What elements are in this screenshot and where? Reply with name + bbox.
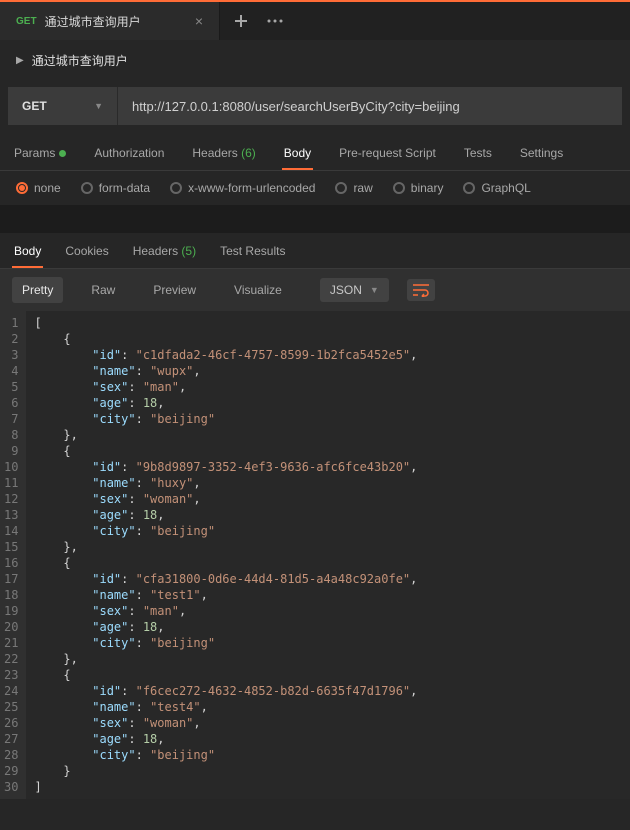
- url-input[interactable]: [118, 87, 622, 125]
- separator: [0, 205, 630, 233]
- resp-tab-results[interactable]: Test Results: [218, 234, 287, 268]
- tab-body[interactable]: Body: [282, 136, 313, 170]
- radio-none[interactable]: none: [16, 181, 61, 195]
- tab-headers[interactable]: Headers (6): [190, 136, 257, 170]
- tab-title: 通过城市查询用户: [45, 13, 187, 30]
- ellipsis-icon: [267, 19, 283, 23]
- method-value: GET: [22, 99, 47, 113]
- params-indicator-icon: [59, 150, 66, 157]
- radio-icon: [393, 182, 405, 194]
- wrap-lines-button[interactable]: [407, 279, 435, 301]
- radio-icon: [16, 182, 28, 194]
- resp-tab-cookies[interactable]: Cookies: [63, 234, 110, 268]
- tab-actions: [220, 2, 296, 40]
- request-tab[interactable]: GET 通过城市查询用户 ×: [0, 2, 220, 40]
- breadcrumb-title: 通过城市查询用户: [32, 52, 128, 69]
- tab-tests[interactable]: Tests: [462, 136, 494, 170]
- radio-binary[interactable]: binary: [393, 181, 444, 195]
- radio-graphql[interactable]: GraphQL: [463, 181, 530, 195]
- code-content: [ { "id": "c1dfada2-46cf-4757-8599-1b2fc…: [26, 311, 425, 799]
- breadcrumb[interactable]: ▶ 通过城市查询用户: [0, 40, 630, 81]
- radio-icon: [81, 182, 93, 194]
- resp-tab-headers[interactable]: Headers (5): [131, 234, 198, 268]
- tab-method-badge: GET: [16, 16, 37, 27]
- caret-right-icon: ▶: [16, 55, 24, 66]
- view-bar: Pretty Raw Preview Visualize JSON ▼: [0, 269, 630, 311]
- wrap-icon: [413, 283, 429, 297]
- tab-params[interactable]: Params: [12, 136, 68, 170]
- body-type-options: none form-data x-www-form-urlencoded raw…: [0, 171, 630, 205]
- view-raw[interactable]: Raw: [81, 277, 125, 303]
- view-pretty[interactable]: Pretty: [12, 277, 63, 303]
- tab-authorization[interactable]: Authorization: [92, 136, 166, 170]
- view-visualize[interactable]: Visualize: [224, 277, 292, 303]
- radio-xwww[interactable]: x-www-form-urlencoded: [170, 181, 315, 195]
- close-icon[interactable]: ×: [195, 13, 203, 29]
- resp-tab-body[interactable]: Body: [12, 234, 43, 268]
- line-gutter: 1234567891011121314151617181920212223242…: [0, 311, 26, 799]
- tab-prerequest[interactable]: Pre-request Script: [337, 136, 438, 170]
- plus-icon: [234, 14, 248, 28]
- radio-raw[interactable]: raw: [335, 181, 372, 195]
- response-tabs: Body Cookies Headers (5) Test Results: [0, 233, 630, 269]
- format-select[interactable]: JSON ▼: [320, 278, 389, 302]
- tab-bar: GET 通过城市查询用户 ×: [0, 0, 630, 40]
- view-preview[interactable]: Preview: [143, 277, 206, 303]
- radio-form-data[interactable]: form-data: [81, 181, 150, 195]
- radio-icon: [463, 182, 475, 194]
- method-select[interactable]: GET ▼: [8, 87, 118, 125]
- more-button[interactable]: [260, 6, 290, 36]
- request-tabs: Params Authorization Headers (6) Body Pr…: [0, 135, 630, 171]
- tab-settings[interactable]: Settings: [518, 136, 565, 170]
- url-bar: GET ▼: [8, 87, 622, 125]
- response-body-viewer[interactable]: 1234567891011121314151617181920212223242…: [0, 311, 630, 799]
- new-tab-button[interactable]: [226, 6, 256, 36]
- radio-icon: [170, 182, 182, 194]
- chevron-down-icon: ▼: [94, 101, 103, 111]
- radio-icon: [335, 182, 347, 194]
- chevron-down-icon: ▼: [370, 285, 379, 295]
